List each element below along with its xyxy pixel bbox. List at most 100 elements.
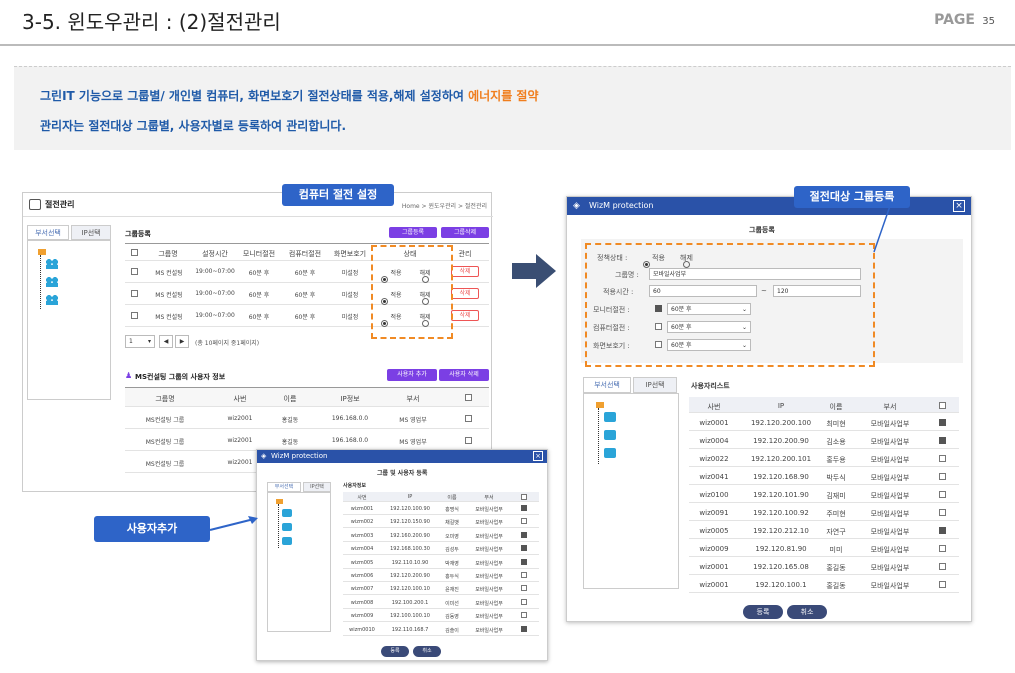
delete-button[interactable]: 삭제: [451, 266, 479, 277]
employee-id: wiz0001: [699, 563, 729, 571]
row-checkbox[interactable]: [521, 558, 527, 565]
register-button[interactable]: 등록: [743, 605, 783, 619]
row-checkbox[interactable]: [521, 612, 527, 619]
table-row[interactable]: wiz0009 192.120.81.90 미미 모바일사업부: [689, 539, 959, 557]
row-checkbox[interactable]: [521, 531, 527, 538]
row-checkbox[interactable]: [521, 505, 527, 511]
group-register-button[interactable]: 그룹등록: [389, 227, 437, 238]
select-all-checkbox[interactable]: [465, 394, 472, 401]
table-row[interactable]: wiz0022 192.120.200.101 홍두용 모바일사업부: [689, 449, 959, 467]
employee-id: wizm007: [350, 586, 374, 593]
cancel-button[interactable]: 취소: [413, 646, 441, 657]
col-header: 부서: [883, 403, 897, 411]
row-checkbox[interactable]: [131, 290, 138, 297]
table-row[interactable]: wizm002 192.120.150.90 채길뱃 모바일사업부: [343, 515, 539, 529]
tab-ip[interactable]: IP선택: [71, 225, 111, 240]
next-page-button[interactable]: ▶: [175, 335, 189, 348]
table-row[interactable]: wizm0010 192.110.168.7 김솔이 모바일사업부: [343, 623, 539, 636]
row-checkbox[interactable]: [521, 585, 527, 592]
close-icon[interactable]: ×: [533, 451, 543, 461]
select-all-checkbox[interactable]: [131, 249, 138, 256]
department: 모바일사업부: [870, 546, 910, 554]
page-label: PAGE: [934, 12, 975, 28]
group-delete-button[interactable]: 그룹삭제: [441, 227, 489, 238]
row-checkbox[interactable]: [939, 491, 946, 498]
delete-button[interactable]: 삭제: [451, 288, 479, 299]
employee-id: wizm009: [350, 613, 374, 620]
monitor-power: 60분 후: [248, 292, 270, 299]
table-header: 사번 IP 이름 부서: [343, 492, 539, 502]
row-checkbox[interactable]: [465, 415, 472, 422]
table-row[interactable]: MS컨설팅 그룹 wiz2001 홍길동 196.168.0.0 MS 영업부: [125, 407, 489, 429]
select-all-checkbox[interactable]: [521, 494, 527, 500]
employee-id: wiz0001: [699, 581, 729, 589]
table-row[interactable]: wizm008 192.100.200.1 이미선 모바일사업부: [343, 596, 539, 609]
row-checkbox[interactable]: [521, 545, 527, 552]
table-row[interactable]: wizm003 192.160.200.90 오미영 모바일사업부: [343, 529, 539, 542]
row-checkbox[interactable]: [939, 455, 946, 462]
table-row[interactable]: wiz0001 192.120.165.08 홍길동 모바일사업부: [689, 557, 959, 575]
row-checkbox[interactable]: [939, 545, 946, 552]
close-icon[interactable]: ×: [953, 200, 965, 212]
table-row[interactable]: wiz0001 192.120.100.1 홍길동 모바일사업부: [689, 575, 959, 593]
table-row[interactable]: wizm001 192.120.100.90 홍명식 모바일사업부: [343, 502, 539, 515]
user-add-button[interactable]: 사용자 추가: [387, 369, 437, 381]
table-row[interactable]: wiz0091 192.120.100.92 주미현 모바일사업부: [689, 503, 959, 521]
row-checkbox[interactable]: [939, 437, 946, 444]
tab-department[interactable]: 부서선택: [583, 377, 631, 393]
page-select[interactable]: 1 ▾: [125, 335, 155, 348]
table-row[interactable]: wizm007 192.120.100.10 윤재진 모바일사업부: [343, 582, 539, 596]
tab-department[interactable]: 부서선택: [27, 225, 69, 240]
col-header: IP: [407, 494, 413, 500]
row-checkbox[interactable]: [939, 527, 946, 534]
tab-ip[interactable]: IP선택: [633, 377, 677, 393]
table-row[interactable]: wiz0005 192.120.212.10 자연구 모바일사업부: [689, 521, 959, 539]
ip-address: 192.110.10.90: [391, 559, 429, 566]
user-name: 김재미: [826, 492, 846, 500]
user-group-icon: [282, 523, 292, 531]
user-delete-button[interactable]: 사용자 삭제: [439, 369, 489, 381]
row-checkbox[interactable]: [939, 419, 946, 426]
delete-button[interactable]: 삭제: [451, 310, 479, 321]
user-group-icon: [604, 430, 616, 440]
tab-ip[interactable]: IP선택: [303, 482, 331, 492]
user-info-title: MS컨설팅 그룹의 사용자 정보: [135, 373, 226, 381]
col-header: 사번: [357, 495, 367, 501]
tab-department[interactable]: 부서선택: [267, 482, 301, 492]
settings-highlight-box: [585, 243, 875, 367]
row-checkbox[interactable]: [939, 581, 946, 588]
table-row[interactable]: wizm009 192.100.100.10 김동영 모바일사업부: [343, 609, 539, 623]
department: 모바일사업부: [870, 582, 910, 590]
table-row[interactable]: wiz0001 192.120.200.100 최미현 모바일사업부: [689, 413, 959, 431]
row-checkbox[interactable]: [521, 518, 527, 525]
ip-address: 192.120.100.92: [753, 509, 809, 517]
ip-address: 192.120.200.101: [750, 455, 812, 463]
table-row[interactable]: MS컨설팅 그룹 wiz2001 홍길동 196.168.0.0 MS 영업부: [125, 429, 489, 451]
row-checkbox[interactable]: [131, 312, 138, 319]
cancel-button[interactable]: 취소: [787, 605, 827, 619]
table-row[interactable]: wiz0100 192.120.101.90 김재미 모바일사업부: [689, 485, 959, 503]
table-row[interactable]: wizm006 192.120.200.90 홍두식 모바일사업부: [343, 569, 539, 582]
table-row[interactable]: wiz0004 192.120.200.90 김소용 모바일사업부: [689, 431, 959, 449]
row-checkbox[interactable]: [521, 625, 527, 632]
table-row[interactable]: wizm005 192.110.10.90 박재영 모바일사업부: [343, 556, 539, 569]
department-tree: [583, 393, 679, 589]
table-row[interactable]: wiz0041 192.120.168.90 박두식 모바일사업부: [689, 467, 959, 485]
row-checkbox[interactable]: [939, 563, 946, 570]
row-checkbox[interactable]: [131, 268, 138, 275]
row-checkbox[interactable]: [521, 598, 527, 605]
row-checkbox[interactable]: [939, 473, 946, 480]
user-group-icon: [282, 537, 292, 545]
department: 모바일사업부: [870, 510, 910, 518]
row-checkbox[interactable]: [465, 437, 472, 444]
table-row[interactable]: wizm004 192.168.100.30 김성두 모바일사업부: [343, 542, 539, 556]
row-checkbox[interactable]: [939, 509, 946, 516]
employee-id: wiz0100: [699, 491, 729, 499]
register-button[interactable]: 등록: [381, 646, 409, 657]
col-header: 이름: [283, 395, 297, 403]
select-all-checkbox[interactable]: [939, 402, 946, 409]
row-checkbox[interactable]: [521, 572, 527, 578]
prev-page-button[interactable]: ◀: [159, 335, 173, 348]
department: 모바일사업부: [475, 547, 503, 554]
ip-address: 196.168.0.0: [331, 415, 369, 422]
